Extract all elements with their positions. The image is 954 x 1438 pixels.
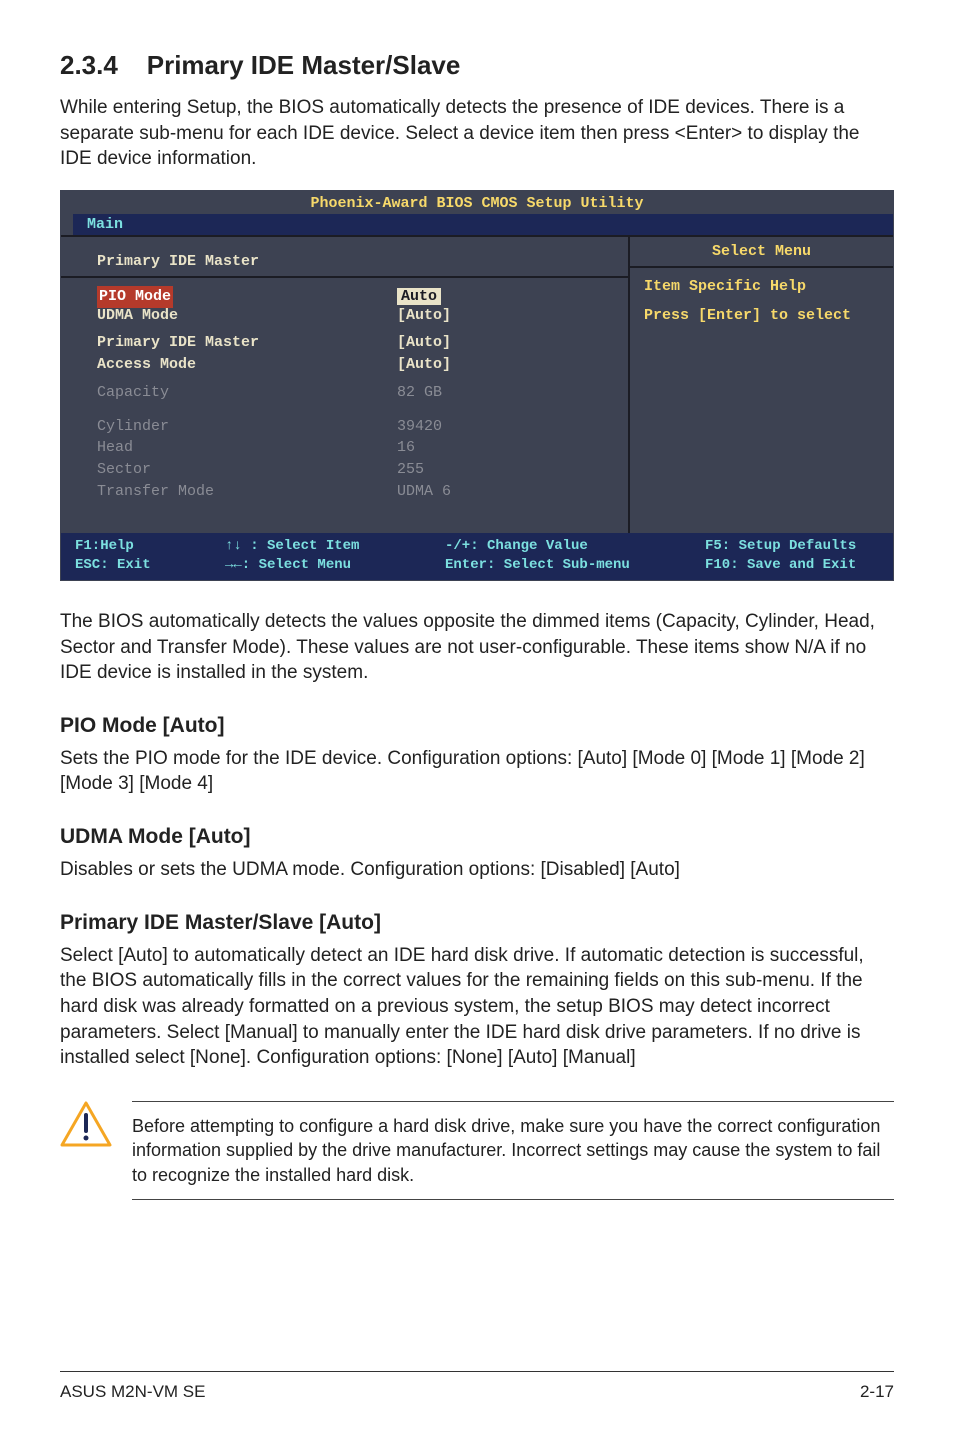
pio-mode-heading: PIO Mode [Auto]	[60, 714, 894, 738]
bios-screenshot: Phoenix-Award BIOS CMOS Setup Utility Ma…	[60, 190, 894, 581]
bios-left-panel-header: Primary IDE Master	[61, 247, 628, 278]
intro-paragraph: While entering Setup, the BIOS automatic…	[60, 95, 894, 172]
bios-key-f1: F1:Help	[75, 537, 225, 557]
bios-value: 255	[397, 459, 424, 481]
bios-key-sub-menu: Enter: Select Sub-menu	[445, 556, 705, 576]
bios-tab-main: Main	[73, 214, 137, 235]
bios-label: Cylinder	[97, 416, 397, 438]
bios-help-line2: Press [Enter] to select	[644, 307, 879, 324]
bios-utility-title: Phoenix-Award BIOS CMOS Setup Utility	[61, 191, 893, 214]
bios-row-head: Head 16	[97, 437, 610, 459]
bios-row-udma-mode: UDMA Mode [Auto]	[97, 305, 610, 327]
bios-key-select-item: ↑↓ : Select Item	[225, 537, 445, 557]
bios-value: 82 GB	[397, 382, 442, 404]
bios-row-capacity: Capacity 82 GB	[97, 382, 610, 404]
bios-value: 39420	[397, 416, 442, 438]
footer-page-number: 2-17	[860, 1382, 894, 1402]
bios-value: [Auto]	[397, 332, 451, 354]
bios-label: Capacity	[97, 382, 397, 404]
section-title-text: Primary IDE Master/Slave	[147, 50, 461, 80]
bios-value: UDMA 6	[397, 481, 451, 503]
bios-row-primary-ide-master: Primary IDE Master [Auto]	[97, 332, 610, 354]
bios-left-panel: Primary IDE Master PIO Mode Auto UDMA Mo…	[61, 237, 628, 533]
bios-key-esc: ESC: Exit	[75, 556, 225, 576]
primary-ide-body: Select [Auto] to automatically detect an…	[60, 943, 894, 1071]
after-bios-paragraph: The BIOS automatically detects the value…	[60, 609, 894, 686]
bios-value: [Auto]	[397, 354, 451, 376]
bios-label: Sector	[97, 459, 397, 481]
bios-tab-fill	[137, 214, 893, 235]
section-heading: 2.3.4 Primary IDE Master/Slave	[60, 50, 894, 81]
page-footer: ASUS M2N-VM SE 2-17	[60, 1371, 894, 1402]
bios-tab-row: Main	[61, 214, 893, 237]
section-number: 2.3.4	[60, 50, 118, 80]
bios-label: Access Mode	[97, 354, 397, 376]
bios-label: Head	[97, 437, 397, 459]
bios-row-cylinder: Cylinder 39420	[97, 416, 610, 438]
bios-value-pio: Auto	[397, 288, 441, 305]
udma-mode-heading: UDMA Mode [Auto]	[60, 825, 894, 849]
primary-ide-heading: Primary IDE Master/Slave [Auto]	[60, 911, 894, 935]
note-block: Before attempting to configure a hard di…	[60, 1101, 894, 1200]
bios-right-panel-header: Select Menu	[630, 237, 893, 268]
bios-value: 16	[397, 437, 415, 459]
bios-row-transfer-mode: Transfer Mode UDMA 6	[97, 481, 610, 503]
bios-right-panel: Select Menu Item Specific Help Press [En…	[628, 237, 893, 533]
bios-key-save-exit: F10: Save and Exit	[705, 556, 879, 576]
bios-label: UDMA Mode	[97, 305, 397, 327]
note-text: Before attempting to configure a hard di…	[132, 1114, 894, 1187]
pio-mode-body: Sets the PIO mode for the IDE device. Co…	[60, 746, 894, 797]
footer-product: ASUS M2N-VM SE	[60, 1382, 205, 1402]
bios-label: Primary IDE Master	[97, 332, 397, 354]
bios-label: Transfer Mode	[97, 481, 397, 503]
bios-key-change-value: -/+: Change Value	[445, 537, 705, 557]
bios-footer-bar: F1:Help ESC: Exit ↑↓ : Select Item →←: S…	[61, 533, 893, 580]
bios-row-sector: Sector 255	[97, 459, 610, 481]
bios-value: [Auto]	[397, 305, 451, 327]
caution-icon	[60, 1101, 112, 1154]
udma-mode-body: Disables or sets the UDMA mode. Configur…	[60, 857, 894, 883]
bios-key-select-menu: →←: Select Menu	[225, 556, 445, 576]
bios-key-setup-defaults: F5: Setup Defaults	[705, 537, 879, 557]
bios-row-access-mode: Access Mode [Auto]	[97, 354, 610, 376]
